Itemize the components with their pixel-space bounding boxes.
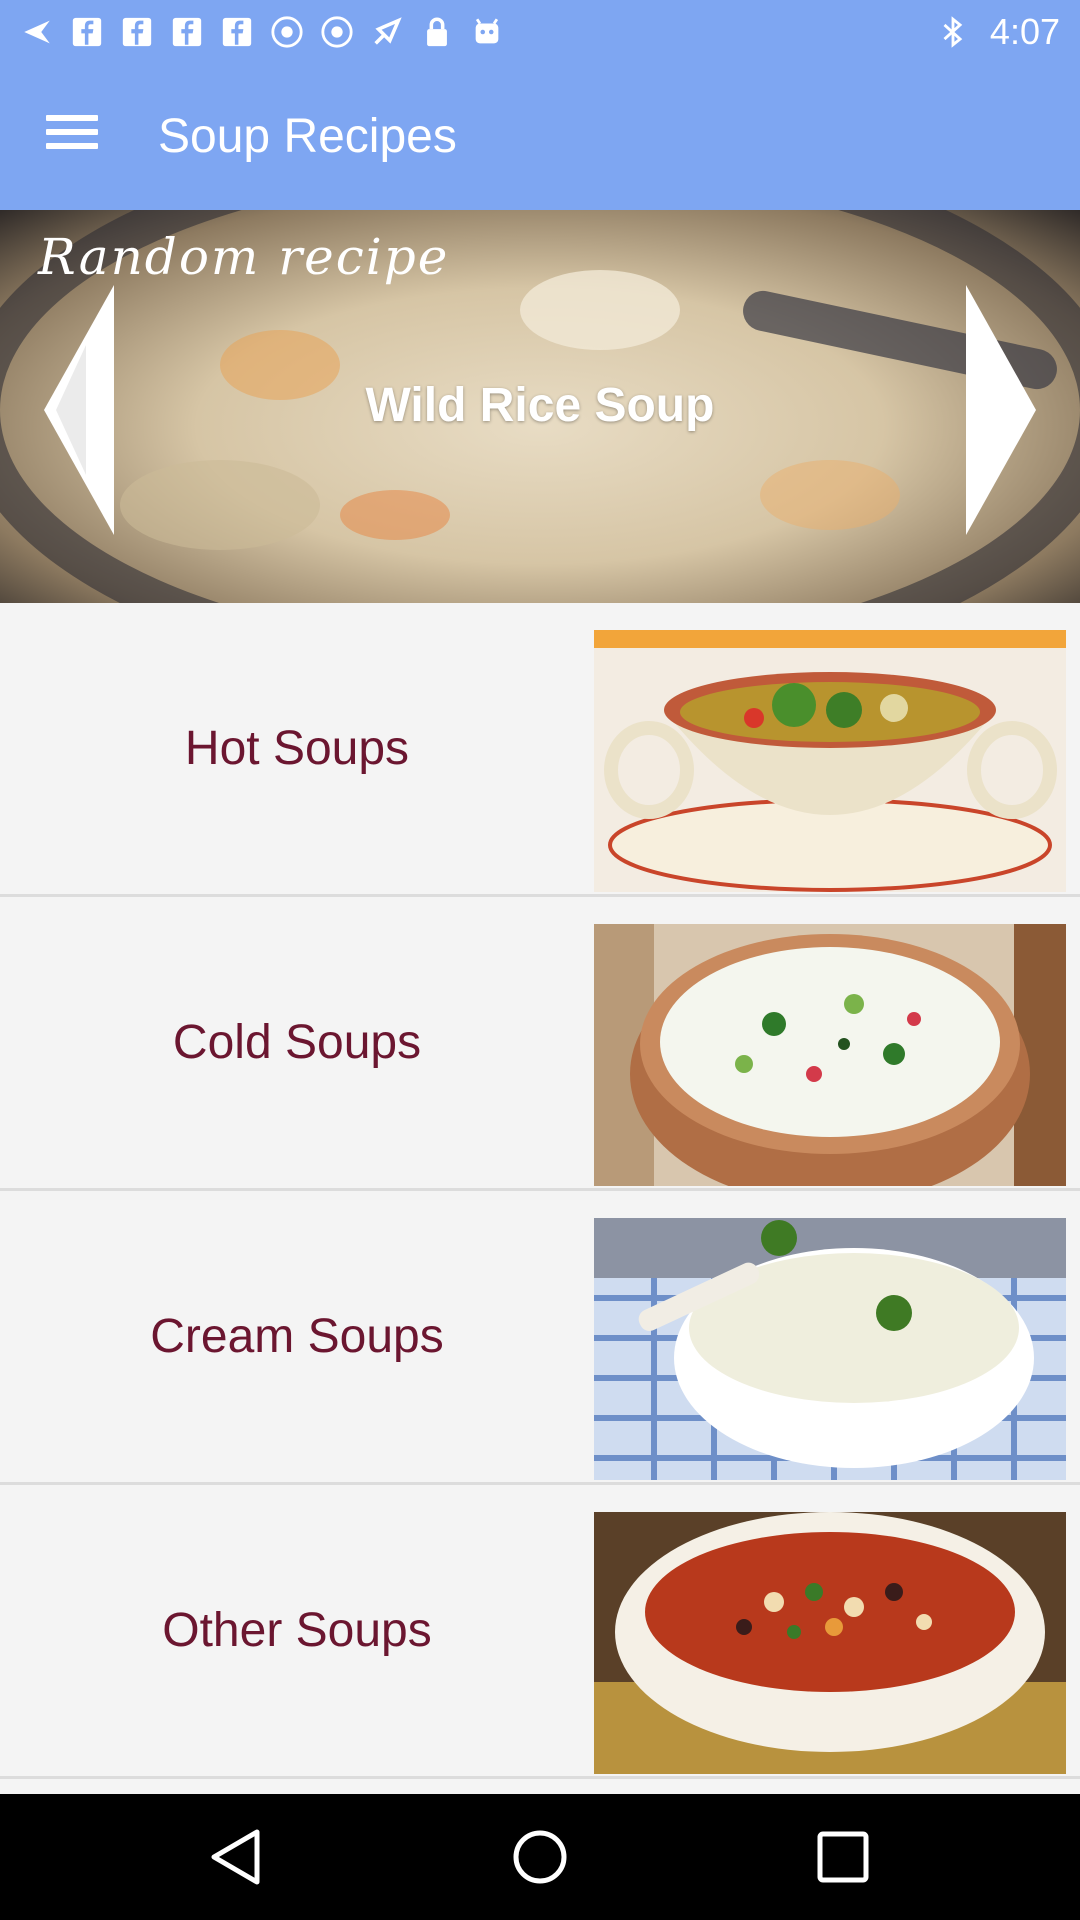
status-icons-right: 4:07 xyxy=(936,8,1060,56)
app-title: Soup Recipes xyxy=(158,110,457,163)
hamburger-menu-icon[interactable] xyxy=(38,107,108,167)
app-bar: Soup Recipes xyxy=(0,63,1080,210)
bluetooth-icon xyxy=(936,15,970,49)
status-time: 4:07 xyxy=(989,11,1060,52)
lock-icon xyxy=(420,15,454,49)
nav-back-icon[interactable] xyxy=(202,1822,272,1892)
cream-soup-image xyxy=(594,1218,1066,1480)
fake-gps-icon xyxy=(370,15,404,49)
hot-soup-image xyxy=(594,630,1066,892)
system-navigation-bar xyxy=(0,1794,1080,1920)
previous-arrow-icon[interactable] xyxy=(14,285,114,535)
facebook-icon xyxy=(70,15,104,49)
facebook-icon xyxy=(120,15,154,49)
record-icon xyxy=(320,15,354,49)
nav-home-icon[interactable] xyxy=(505,1822,575,1892)
category-list: Hot Soups Cold Soups Cream Soups Other S… xyxy=(0,603,1080,1779)
random-recipe-label: Random recipe xyxy=(38,228,450,286)
list-item-other-soups[interactable]: Other Soups xyxy=(0,1485,1080,1779)
nav-recents-icon[interactable] xyxy=(808,1822,878,1892)
status-icons-left xyxy=(20,8,504,56)
facebook-icon xyxy=(220,15,254,49)
category-label: Hot Soups xyxy=(184,722,410,775)
list-item-cream-soups[interactable]: Cream Soups xyxy=(0,1191,1080,1485)
record-icon xyxy=(270,15,304,49)
list-item-hot-soups[interactable]: Hot Soups xyxy=(0,603,1080,897)
other-soup-image xyxy=(594,1512,1066,1774)
random-recipe-banner[interactable]: Random recipe Wild Rice Soup xyxy=(0,210,1080,603)
facebook-icon xyxy=(170,15,204,49)
back-arrow-icon xyxy=(20,15,54,49)
category-label: Other Soups xyxy=(162,1604,432,1657)
status-bar: 4:07 xyxy=(0,0,1080,63)
category-label: Cold Soups xyxy=(172,1016,422,1069)
android-icon xyxy=(470,15,504,49)
category-label: Cream Soups xyxy=(150,1310,444,1363)
recipe-title[interactable]: Wild Rice Soup xyxy=(0,378,1080,433)
list-item-cold-soups[interactable]: Cold Soups xyxy=(0,897,1080,1191)
cold-soup-image xyxy=(594,924,1066,1186)
next-arrow-icon[interactable] xyxy=(966,285,1066,535)
